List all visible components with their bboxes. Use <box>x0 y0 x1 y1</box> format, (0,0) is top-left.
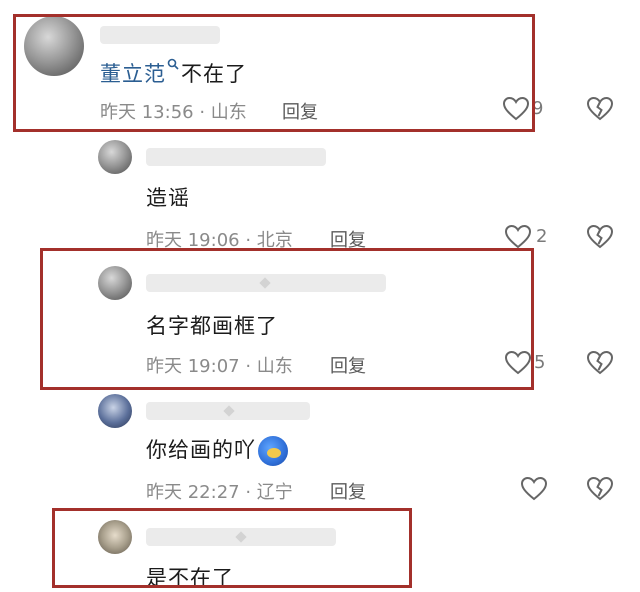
emoji-icon <box>258 436 288 466</box>
avatar[interactable] <box>98 394 132 428</box>
like-count: 5 <box>534 352 546 373</box>
search-icon[interactable] <box>167 58 179 70</box>
broken-heart-icon[interactable] <box>586 96 614 122</box>
like-count: 9 <box>532 98 544 119</box>
avatar[interactable] <box>24 16 84 76</box>
reply-button[interactable]: 回复 <box>330 478 366 504</box>
comment-1: 董立范 不在了 昨天 13:56 · 山东 回复 9 <box>0 0 640 140</box>
comment-text: 你给画的吖 <box>146 434 288 466</box>
avatar[interactable] <box>98 520 132 554</box>
reply-button[interactable]: 回复 <box>330 226 366 252</box>
broken-heart-icon[interactable] <box>586 476 614 502</box>
comment-5: 是不在了 <box>0 516 640 590</box>
comment-meta: 昨天 13:56 · 山东 <box>100 102 247 123</box>
broken-heart-icon[interactable] <box>586 350 614 376</box>
avatar[interactable] <box>98 266 132 300</box>
comment-meta: 昨天 22:27 · 辽宁 <box>146 482 293 503</box>
reply-button[interactable]: 回复 <box>282 98 318 124</box>
heart-outline-icon[interactable] <box>502 96 530 122</box>
heart-outline-icon[interactable] <box>504 350 532 376</box>
username-redacted[interactable] <box>146 274 386 292</box>
comment-3: 名字都画框了 昨天 19:07 · 山东 回复 5 <box>0 262 640 386</box>
comment-text: 是不在了 <box>146 566 234 590</box>
comment-text: 造谣 <box>146 186 190 210</box>
comment-2: 造谣 昨天 19:06 · 北京 回复 2 <box>0 140 640 252</box>
reply-button[interactable]: 回复 <box>330 352 366 378</box>
mention-name[interactable]: 董立范 <box>100 62 166 86</box>
comment-meta: 昨天 19:06 · 北京 <box>146 230 293 251</box>
comment-4: 你给画的吖 昨天 22:27 · 辽宁 回复 <box>0 394 640 504</box>
comment-meta: 昨天 19:07 · 山东 <box>146 356 293 377</box>
avatar[interactable] <box>98 140 132 174</box>
username-redacted[interactable] <box>146 528 336 546</box>
broken-heart-icon[interactable] <box>586 224 614 250</box>
heart-outline-icon[interactable] <box>520 476 548 502</box>
like-count: 2 <box>536 226 548 247</box>
username-redacted[interactable] <box>100 26 220 44</box>
username-redacted[interactable] <box>146 148 326 166</box>
username-redacted[interactable] <box>146 402 310 420</box>
heart-outline-icon[interactable] <box>504 224 532 250</box>
comment-text: 董立范 不在了 <box>100 58 247 88</box>
comment-text: 名字都画框了 <box>146 314 278 338</box>
